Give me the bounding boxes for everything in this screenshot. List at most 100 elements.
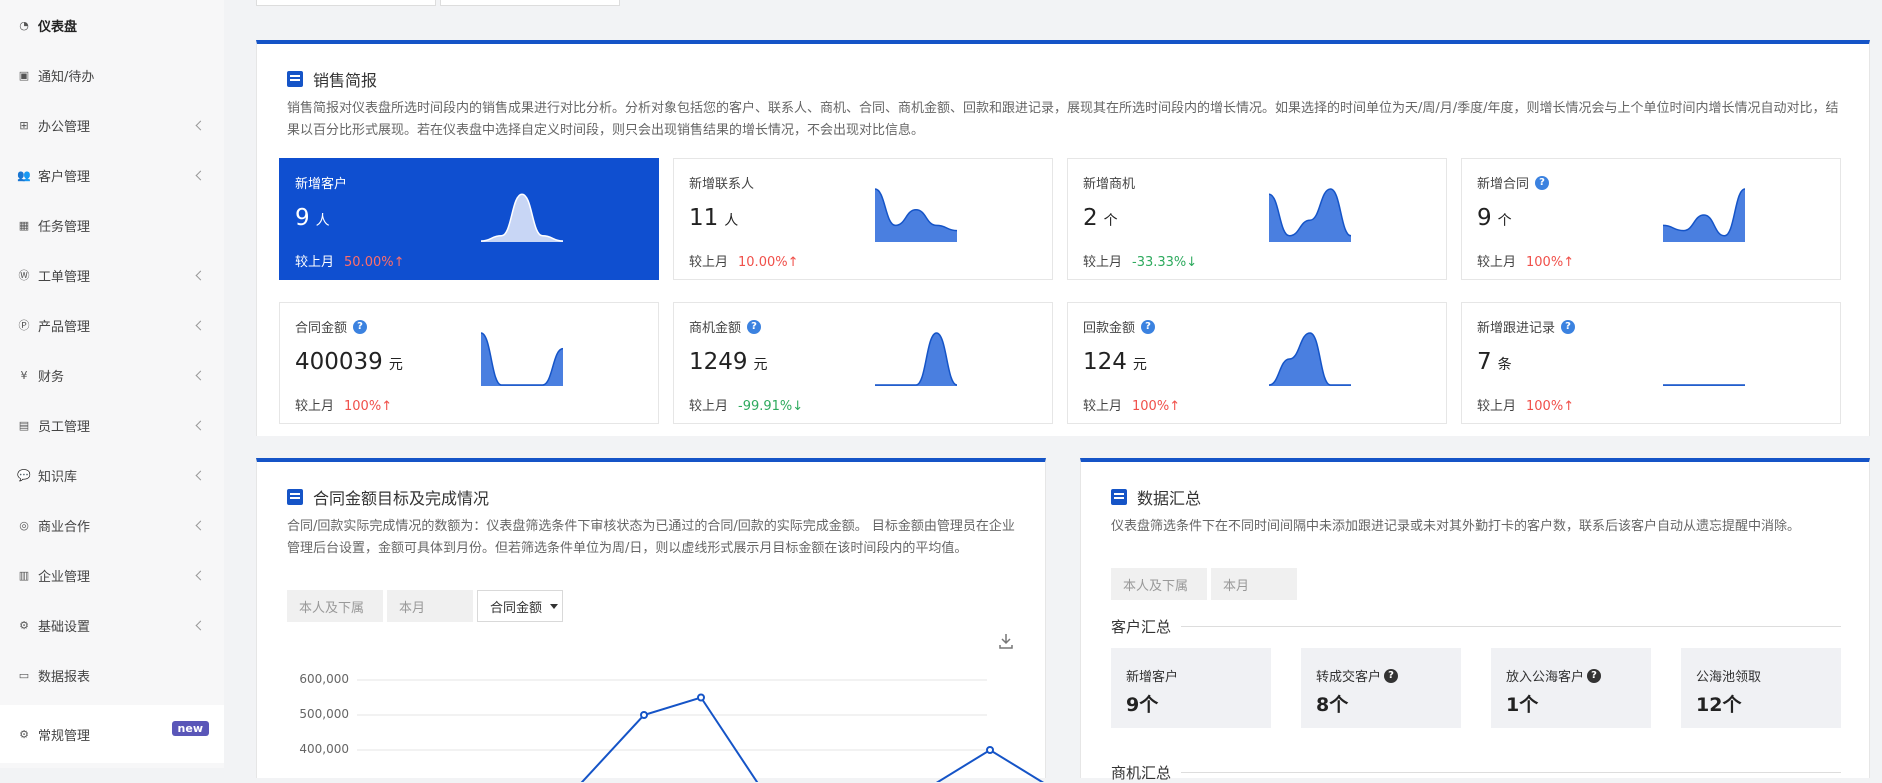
help-icon[interactable]: ? <box>1587 668 1602 683</box>
sparkline-area <box>1269 333 1351 386</box>
cogs-icon: ⚙ <box>19 727 29 741</box>
stat-card-value: 9个 <box>1477 205 1512 231</box>
help-icon[interactable]: ? <box>747 319 762 334</box>
sparkline-area <box>481 194 563 242</box>
stat-card-title: 新增商机 <box>1083 177 1136 192</box>
trend-percent: 100%↑ <box>1526 399 1575 414</box>
sidebar-item[interactable]: ▤ 员工管理 <box>0 400 224 450</box>
data-point <box>986 746 994 754</box>
sidebar-item-label: 企业管理 <box>38 569 91 585</box>
top-filter-button[interactable] <box>256 0 436 6</box>
sidebar-item[interactable]: ▥ 企业管理 <box>0 550 224 600</box>
sparkline <box>874 332 958 386</box>
dashboard-icon: ◔ <box>19 18 29 32</box>
stat-card-title: 回款金额? <box>1083 317 1156 336</box>
sidebar-item[interactable]: ⊞ 办公管理 <box>0 100 224 150</box>
contract-target-panel: 合同金额目标及完成情况 合同/回款实际完成情况的数额为：仪表盘筛选条件下审核状态… <box>256 458 1046 782</box>
sidebar-item[interactable]: ▣ 通知/待办 <box>0 50 224 100</box>
new-badge: new <box>171 721 209 736</box>
stat-card-value: 124 元 <box>1083 349 1147 375</box>
trend-arrow-icon: ↑ <box>381 399 393 414</box>
stat-card-value: 2个 <box>1083 205 1118 231</box>
summary-box[interactable]: 公海池领取 12个 <box>1681 648 1841 728</box>
period-filter[interactable]: 本月 <box>1211 568 1297 600</box>
sidebar-item[interactable]: ◔ 仪表盘 <box>0 0 224 50</box>
trend-percent: 10.00%↑ <box>738 255 799 270</box>
divider <box>1181 772 1842 773</box>
bank-icon: ▥ <box>18 568 30 582</box>
help-icon[interactable]: ? <box>1561 319 1576 334</box>
summary-value: 9个 <box>1126 694 1159 716</box>
sidebar-item-label: 工单管理 <box>38 269 91 285</box>
summary-box[interactable]: 新增客户 9个 <box>1111 648 1271 728</box>
data-summary-panel: 数据汇总 仪表盘筛选条件下在不同时间间隔中未添加跟进记录或未对其外勤打卡的客户数… <box>1080 458 1870 782</box>
summary-label: 放入公海客户? <box>1506 666 1602 685</box>
stat-card-title: 商机金额? <box>689 317 762 336</box>
help-icon[interactable]: ? <box>353 319 368 334</box>
sidebar-item[interactable]: Ⓦ 工单管理 <box>0 250 224 300</box>
chevron-left-icon <box>195 270 206 281</box>
sidebar-item-label: 常规管理 <box>38 728 91 744</box>
sidebar-item[interactable]: ▭ 数据报表 <box>0 650 224 700</box>
trend-arrow-icon: ↑ <box>1563 255 1575 270</box>
summary-label: 新增客户 <box>1126 670 1179 685</box>
summary-box[interactable]: 放入公海客户? 1个 <box>1491 648 1651 728</box>
windows-icon: ⊞ <box>19 118 29 132</box>
sales-brief-title: 销售简报 <box>287 67 377 91</box>
report-icon <box>287 71 303 87</box>
help-icon[interactable]: ? <box>1141 319 1156 334</box>
sidebar: ◔ 仪表盘 ▣ 通知/待办 ⊞ 办公管理 👥 客户管理 ▦ 任务管理 Ⓦ 工单管理 Ⓟ 产品管理 ¥ 财务 ▤ 员… <box>0 0 224 768</box>
stat-card[interactable]: 新增联系人 11 人较上月 10.00%↑ <box>673 158 1053 280</box>
summary-box[interactable]: 转成交客户? 8个 <box>1301 648 1461 728</box>
stat-card[interactable]: 新增合同? 9 个较上月 100%↑ <box>1461 158 1841 280</box>
laptop-icon: ▭ <box>18 668 30 682</box>
sparkline-area <box>1269 189 1351 242</box>
stat-card-compare: 较上月 -33.33%↓ <box>1083 255 1198 270</box>
stat-card-compare: 较上月 50.00%↑ <box>295 255 405 270</box>
sidebar-item[interactable]: 👥 客户管理 <box>0 150 224 200</box>
stat-card[interactable]: 新增客户 9 人较上月 50.00%↑ <box>279 158 659 280</box>
stat-card[interactable]: 回款金额? 124 元较上月 100%↑ <box>1067 302 1447 424</box>
sidebar-item[interactable]: ⚙ 基础设置 <box>0 600 224 650</box>
stat-card[interactable]: 新增商机 2 个较上月 -33.33%↓ <box>1067 158 1447 280</box>
trend-percent: 100%↑ <box>1526 255 1575 270</box>
sidebar-item[interactable]: ◎ 商业合作 <box>0 500 224 550</box>
sidebar-item-label: 商业合作 <box>38 519 91 535</box>
stat-card-compare: 较上月 100%↑ <box>1477 255 1575 270</box>
sidebar-item-label: 仪表盘 <box>38 19 78 35</box>
stat-card-title: 新增合同? <box>1477 173 1550 192</box>
sidebar-item-label: 产品管理 <box>38 319 91 335</box>
stat-card[interactable]: 合同金额? 400039 元较上月 100%↑ <box>279 302 659 424</box>
sales-brief-panel: 销售简报 销售简报对仪表盘所选时间段内的销售成果进行对比分析。分析对象包括您的客… <box>256 40 1870 436</box>
opportunity-summary-heading: 商机汇总 <box>1111 762 1842 783</box>
scope-filter[interactable]: 本人及下属 <box>1111 568 1207 600</box>
sidebar-item[interactable]: ⚙ 常规管理 new <box>0 705 224 763</box>
stat-card-compare: 较上月 10.00%↑ <box>689 255 799 270</box>
sparkline <box>1268 188 1352 242</box>
stat-card[interactable]: 新增跟进记录? 7 条较上月 100%↑ <box>1461 302 1841 424</box>
sidebar-item-label: 员工管理 <box>38 419 91 435</box>
stat-card-compare: 较上月 -99.91%↓ <box>689 399 804 414</box>
chevron-left-icon <box>195 620 206 631</box>
stat-card-compare: 较上月 100%↑ <box>1083 399 1181 414</box>
data-point <box>697 693 705 702</box>
sidebar-item[interactable]: Ⓟ 产品管理 <box>0 300 224 350</box>
contract-line-chart <box>357 679 1045 782</box>
sidebar-item[interactable]: ¥ 财务 <box>0 350 224 400</box>
users-icon: 👥 <box>17 168 31 182</box>
product-p-icon: Ⓟ <box>18 319 30 332</box>
trend-arrow-icon: ↑ <box>1169 399 1181 414</box>
trend-arrow-icon: ↓ <box>1186 255 1198 270</box>
stat-card[interactable]: 商机金额? 1249 元较上月 -99.91%↓ <box>673 302 1053 424</box>
stat-card-compare: 较上月 100%↑ <box>295 399 393 414</box>
stat-card-title: 合同金额? <box>295 317 368 336</box>
help-icon[interactable]: ? <box>1535 175 1550 190</box>
handshake-icon: ◎ <box>19 518 29 532</box>
sidebar-item[interactable]: 💬 知识库 <box>0 450 224 500</box>
calendar-check-icon: ▣ <box>18 68 30 82</box>
trend-arrow-icon: ↓ <box>792 399 804 414</box>
help-icon[interactable]: ? <box>1384 668 1399 683</box>
series-line <box>580 696 1045 782</box>
sidebar-item[interactable]: ▦ 任务管理 <box>0 200 224 250</box>
top-filter-button[interactable] <box>440 0 620 6</box>
